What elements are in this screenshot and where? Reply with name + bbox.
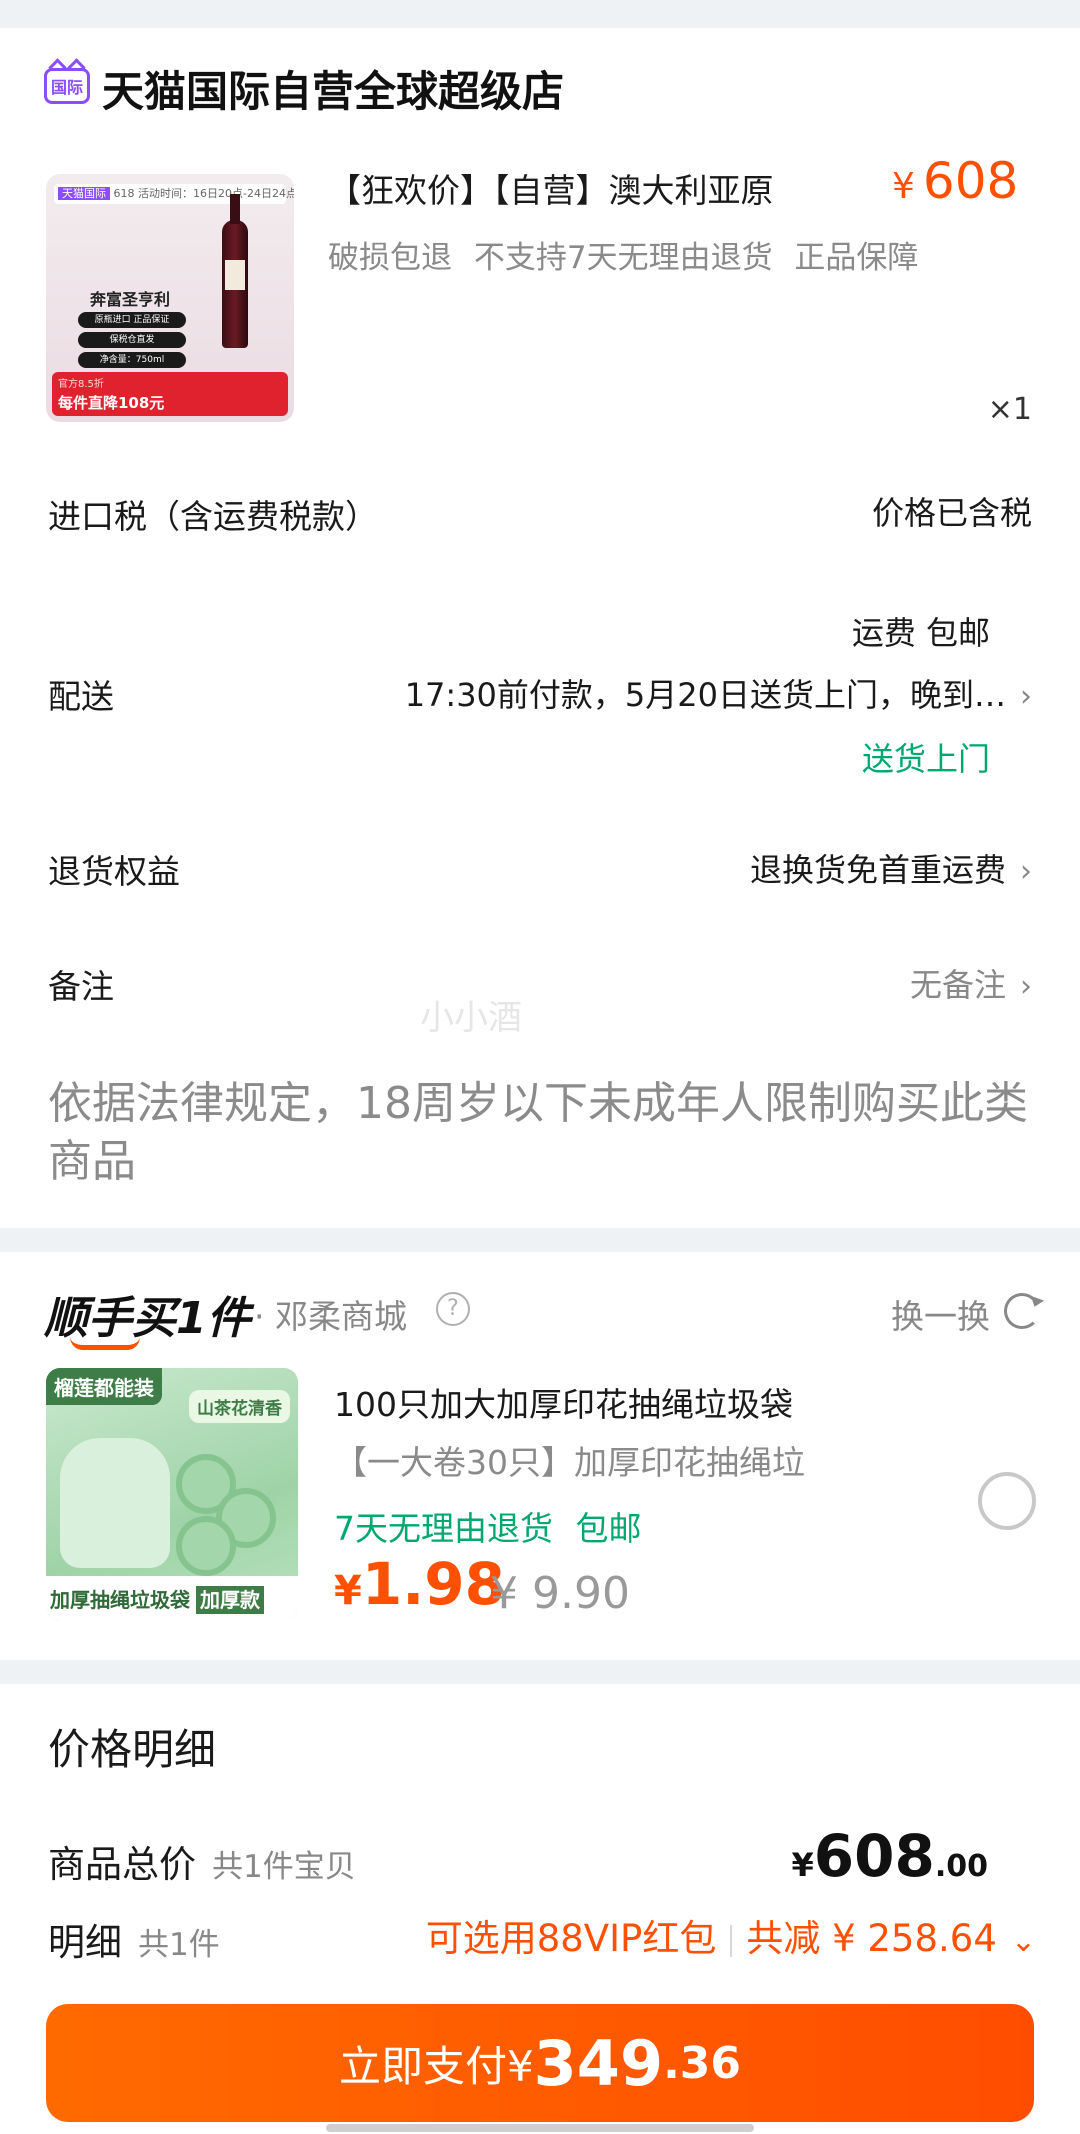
addon-original-price: ¥ 9.90 <box>490 1568 630 1619</box>
image-pill: 原瓶进口 正品保证 <box>78 312 186 328</box>
discount-amount: 共减 ¥ 258.64 <box>746 1917 997 1960</box>
image-promo-strip: 官方8.5折 每件直降108元 <box>52 372 288 416</box>
addon-logo: 顺手买1件 <box>44 1282 251 1350</box>
total-row-label: 商品总价 共1件宝贝 <box>48 1843 356 1886</box>
addon-title[interactable]: 100只加大加厚印花抽绳垃圾袋 <box>334 1378 793 1426</box>
returns-value: 退换货免首重运费 <box>749 851 1006 889</box>
refresh-icon[interactable] <box>1004 1293 1040 1329</box>
help-icon[interactable]: ? <box>436 1292 470 1326</box>
product-service-tags: 破损包退 不支持7天无理由退货 正品保障 <box>328 240 919 276</box>
delivery-label: 配送 <box>48 677 114 716</box>
addon-select-radio[interactable] <box>978 1472 1036 1530</box>
addon-price: ¥1.98 <box>334 1550 505 1618</box>
divider <box>730 1924 733 1957</box>
vip-offer: 可选用88VIP红包 <box>425 1917 717 1960</box>
age-restriction-notice: 依据法律规定，18周岁以下未成年人限制购买此类商品 <box>48 1078 1028 1187</box>
returns-label: 退货权益 <box>48 852 180 891</box>
shipping-fee: 运费 包邮 <box>851 614 990 652</box>
watermark: 小小酒 <box>420 998 522 1038</box>
product-image[interactable]: 天猫国际 618 活动时间：16日20点-24日24点 奔富圣亨利 原瓶进口 正… <box>46 174 294 422</box>
chevron-down-icon: ⌄ <box>1010 1924 1036 1959</box>
chevron-right-icon: › <box>1020 679 1032 714</box>
delivery-row[interactable]: 17:30前付款，5月20日送货上门，晚到… › <box>405 670 1032 716</box>
detail-row-label: 明细 共1件 <box>48 1921 220 1964</box>
addon-product-image[interactable]: 榴莲都能装 山茶花清香 加厚抽绳垃圾袋 加厚款 <box>46 1368 298 1620</box>
product-quantity: ×1 <box>987 392 1032 427</box>
pay-now-button[interactable]: 立即支付¥ 349.36 <box>46 2004 1034 2122</box>
chevron-right-icon: › <box>1020 854 1032 889</box>
addon-tags: 7天无理由退货 包邮 <box>334 1509 642 1548</box>
remark-label: 备注 <box>48 967 114 1006</box>
image-top-label: 榴莲都能装 <box>46 1368 162 1405</box>
image-pill: 保税仓直发 <box>78 332 186 348</box>
tax-label: 进口税（含运费税款） <box>48 497 378 536</box>
tmall-global-icon: 国际 <box>44 68 90 104</box>
image-foot-label: 加厚抽绳垃圾袋 加厚款 <box>46 1576 298 1620</box>
trash-bag-icon <box>60 1438 170 1568</box>
discount-detail[interactable]: 可选用88VIP红包 共减 ¥ 258.64 ⌄ <box>426 1908 1036 1962</box>
remark-value: 无备注 <box>909 966 1006 1004</box>
remark-row[interactable]: 无备注 › <box>910 960 1032 1006</box>
bag-roll-icon <box>176 1516 236 1576</box>
product-price: ¥608 <box>892 152 1019 210</box>
tax-value: 价格已含税 <box>871 494 1032 532</box>
image-top-strip: 天猫国际 618 活动时间：16日20点-24日24点 <box>54 184 294 204</box>
chevron-right-icon: › <box>1020 969 1032 1004</box>
image-pill: 净含量：750ml <box>78 352 186 368</box>
addon-subtitle: 【一大卷30只】加厚印花抽绳垃 <box>334 1443 805 1482</box>
wine-bottle-icon <box>222 194 248 348</box>
addon-shop-name: · 邓柔商城 <box>254 1297 407 1336</box>
home-indicator <box>326 2124 754 2132</box>
swap-button[interactable]: 换一换 <box>891 1290 990 1338</box>
image-tag: 山茶花清香 <box>189 1390 290 1423</box>
product-title[interactable]: 【狂欢价】【自营】澳大利亚原 <box>328 164 774 212</box>
delivery-method: 送货上门 <box>861 740 990 778</box>
price-detail-title: 价格明细 <box>48 1725 217 1774</box>
store-name[interactable]: 天猫国际自营全球超级店 <box>102 58 564 119</box>
image-bottle-title: 奔富圣亨利 <box>90 290 171 309</box>
total-price: ¥608.00 <box>791 1822 989 1890</box>
returns-row[interactable]: 退换货免首重运费 › <box>750 845 1032 891</box>
delivery-time: 17:30前付款，5月20日送货上门，晚到… <box>404 676 1006 714</box>
